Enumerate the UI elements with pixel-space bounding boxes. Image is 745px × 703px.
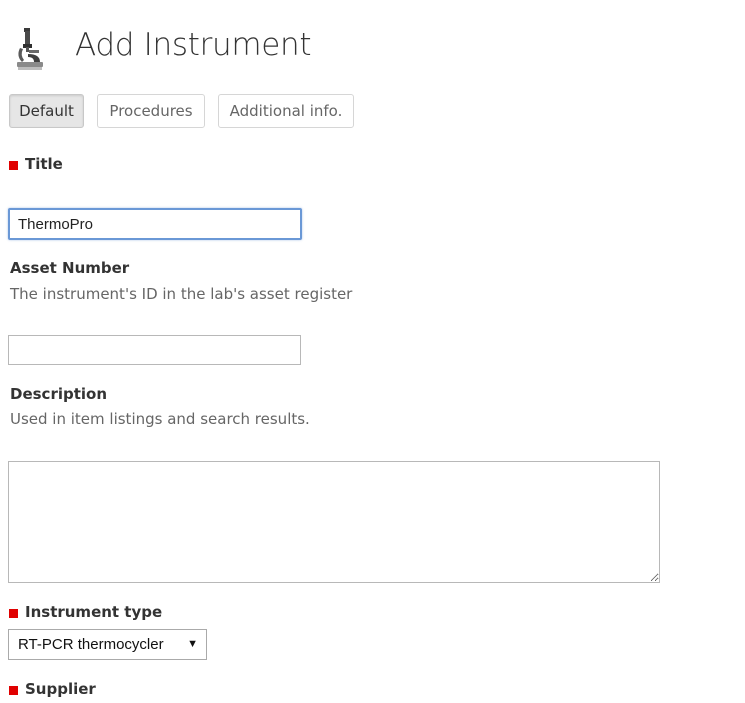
page-title: Add Instrument	[75, 27, 312, 63]
add-instrument-page: Add Instrument Default Procedures Additi…	[0, 0, 745, 703]
instrument-type-label: Instrument type	[25, 603, 163, 621]
instrument-type-select[interactable]: RT-PCR thermocycler ▼	[8, 629, 207, 660]
tab-procedures[interactable]: Procedures	[97, 94, 205, 128]
dropdown-arrow-icon: ▼	[187, 638, 198, 650]
description-label: Description	[10, 385, 108, 403]
instrument-type-selected-value: RT-PCR thermocycler	[18, 636, 164, 653]
required-marker	[9, 686, 18, 695]
microscope-icon	[17, 28, 43, 70]
description-help: Used in item listings and search results…	[10, 410, 310, 428]
title-label: Title	[25, 155, 63, 173]
asset-number-label: Asset Number	[10, 259, 130, 277]
description-textarea[interactable]	[8, 461, 660, 583]
tab-additional-info[interactable]: Additional info.	[218, 94, 354, 128]
supplier-label: Supplier	[25, 680, 96, 698]
required-marker	[9, 609, 18, 618]
asset-number-input[interactable]	[8, 335, 301, 365]
required-marker	[9, 161, 18, 170]
tab-default[interactable]: Default	[9, 94, 84, 128]
asset-number-help: The instrument's ID in the lab's asset r…	[10, 285, 353, 303]
title-input[interactable]	[8, 208, 302, 240]
